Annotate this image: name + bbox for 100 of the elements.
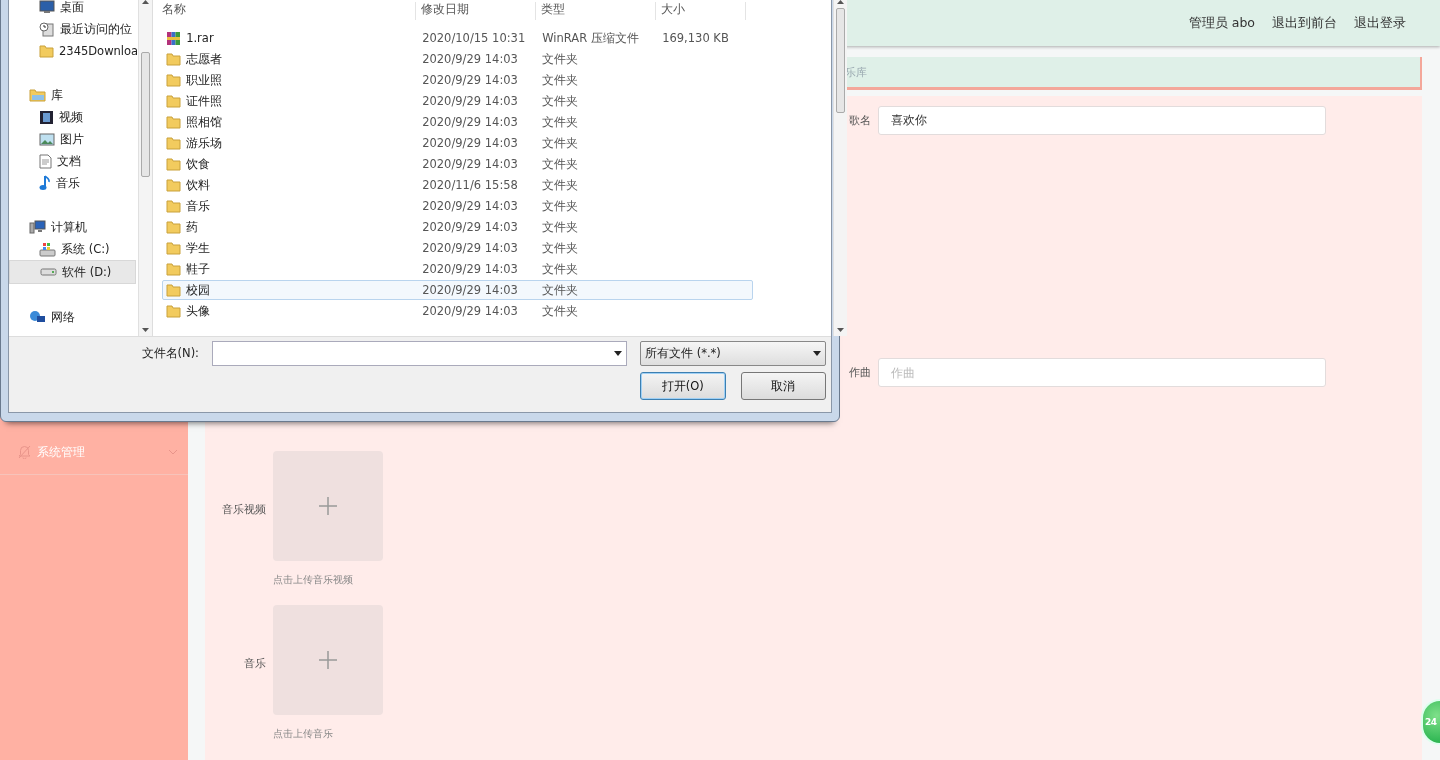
header-link[interactable]: 退出登录 <box>1354 14 1406 32</box>
file-cell-text: 2020/9/29 14:03 <box>422 136 519 150</box>
column-header[interactable]: 类型 <box>536 2 657 20</box>
nav-label: 视频 <box>59 109 83 125</box>
field-label: 文件名(N): <box>141 346 199 361</box>
scrollbar[interactable] <box>833 0 848 336</box>
monitor-icon <box>39 0 55 14</box>
nav-item[interactable]: 桌面 <box>9 0 139 18</box>
dialog-button[interactable]: 取消 <box>740 372 826 400</box>
file-cell-text: 文件夹 <box>542 198 580 214</box>
file-cell-text: 文件夹 <box>542 51 580 67</box>
nav-item[interactable]: 最近访问的位 <box>9 18 139 40</box>
drive-icon <box>40 268 57 276</box>
nav-item[interactable]: 库 <box>9 84 139 106</box>
file-type-dropdown[interactable]: 所有文件 (*.*) <box>640 341 826 366</box>
file-name: 药 <box>186 219 199 235</box>
input-field[interactable]: 喜欢你 <box>878 106 1326 135</box>
file-row[interactable]: 1.rar 2020/10/15 10:31 WinRAR 压缩文件 169,130 KB <box>162 28 754 48</box>
folder-icon <box>166 73 182 87</box>
file-row[interactable]: 音乐 2020/9/29 14:03 文件夹 <box>162 196 754 216</box>
file-cell-text: 2020/9/29 14:03 <box>422 115 519 129</box>
file-cell-text: 2020/9/29 14:03 <box>422 199 519 213</box>
nav-label: 计算机 <box>51 219 87 235</box>
file-name: 游乐场 <box>186 135 223 151</box>
nav-item[interactable]: 网络 <box>9 306 139 328</box>
nav-item[interactable]: 系统 (C:) <box>9 238 139 260</box>
file-cell-text: 2020/9/29 14:03 <box>422 94 519 108</box>
scroll-down-icon[interactable] <box>142 328 150 332</box>
file-cell-text: 文件夹 <box>542 93 580 109</box>
input-field[interactable]: 作曲 <box>878 358 1326 387</box>
file-cell-text: 2020/9/29 14:03 <box>422 241 519 255</box>
column-header[interactable]: 名称 <box>157 2 417 20</box>
filename-field[interactable] <box>212 341 627 366</box>
scroll-up-icon[interactable] <box>142 0 150 4</box>
file-row[interactable]: 志愿者 2020/9/29 14:03 文件夹 <box>162 49 754 69</box>
file-name: 学生 <box>186 240 211 256</box>
file-row[interactable]: 游乐场 2020/9/29 14:03 文件夹 <box>162 133 754 153</box>
scrollbar-thumb[interactable] <box>141 52 151 177</box>
nav-item[interactable]: 视频 <box>9 106 139 128</box>
folder-icon <box>166 52 182 66</box>
nav-label: 软件 (D:) <box>62 264 112 280</box>
file-row[interactable]: 鞋子 2020/9/29 14:03 文件夹 <box>162 259 754 279</box>
file-row[interactable]: 头像 2020/9/29 14:03 文件夹 <box>162 301 754 321</box>
music-note-icon <box>39 175 51 191</box>
plus-icon <box>318 496 338 516</box>
scroll-down-icon[interactable] <box>837 328 845 332</box>
file-cell-text: 文件夹 <box>542 156 580 172</box>
scrollbar-thumb[interactable] <box>836 8 846 113</box>
nav-item[interactable]: 软件 (D:) <box>9 260 137 284</box>
file-row[interactable]: 职业照 2020/9/29 14:03 文件夹 <box>162 70 754 90</box>
file-row[interactable]: 校园 2020/9/29 14:03 文件夹 <box>162 280 754 300</box>
file-cell-text: 文件夹 <box>542 114 580 130</box>
nav-label: 系统 (C:) <box>61 241 110 257</box>
folder-icon <box>166 304 182 318</box>
file-cell-text: 文件夹 <box>542 219 580 235</box>
dropdown-arrow-icon <box>614 351 622 356</box>
dropdown-arrow-icon <box>813 351 821 356</box>
file-row[interactable]: 照相馆 2020/9/29 14:03 文件夹 <box>162 112 754 132</box>
nav-item[interactable]: 2345Downloa <box>9 40 139 62</box>
bell-icon <box>18 445 31 459</box>
file-cell-text: 2020/9/29 14:03 <box>422 52 519 66</box>
nav-item[interactable]: 计算机 <box>9 216 139 238</box>
file-cell-text: 2020/10/15 10:31 <box>422 31 527 45</box>
picture-icon <box>39 132 55 146</box>
file-row[interactable]: 药 2020/9/29 14:03 文件夹 <box>162 217 754 237</box>
file-row[interactable]: 学生 2020/9/29 14:03 文件夹 <box>162 238 754 258</box>
file-cell-text: 文件夹 <box>542 303 580 319</box>
header-link[interactable]: 退出到前台 <box>1272 14 1337 32</box>
file-cell-text: 文件夹 <box>542 135 580 151</box>
file-name: 音乐 <box>186 198 211 214</box>
nav-item[interactable]: 音乐 <box>9 172 139 194</box>
header-link[interactable]: 管理员 abo <box>1188 14 1255 32</box>
file-name: 1.rar <box>186 31 214 45</box>
folder-icon <box>166 178 182 192</box>
nav-item[interactable]: 文档 <box>9 150 139 172</box>
file-row[interactable]: 饮食 2020/9/29 14:03 文件夹 <box>162 154 754 174</box>
drive-icon <box>39 241 56 257</box>
upload-hint: 点击上传音乐视频 <box>273 573 354 587</box>
folder-icon <box>166 220 182 234</box>
nav-label: 库 <box>51 87 63 103</box>
file-name: 饮料 <box>186 177 211 193</box>
file-name: 饮食 <box>186 156 211 172</box>
file-name: 志愿者 <box>186 51 223 67</box>
file-cell-text: 2020/9/29 14:03 <box>422 220 519 234</box>
column-header[interactable]: 修改日期 <box>416 2 537 20</box>
nav-label: 音乐 <box>56 175 80 191</box>
scrollbar[interactable] <box>138 0 153 336</box>
clock-icon <box>39 21 55 37</box>
file-row[interactable]: 证件照 2020/9/29 14:03 文件夹 <box>162 91 754 111</box>
folder-icon <box>166 241 182 255</box>
field-label: 作曲 <box>848 365 871 380</box>
column-header[interactable]: 大小 <box>656 2 747 20</box>
file-cell-text: 文件夹 <box>542 72 580 88</box>
file-row[interactable]: 饮料 2020/11/6 15:58 文件夹 <box>162 175 754 195</box>
file-cell-text: 169,130 KB <box>662 31 730 45</box>
nav-item[interactable]: 图片 <box>9 128 139 150</box>
folder-icon <box>166 136 182 150</box>
scroll-up-icon[interactable] <box>837 0 845 4</box>
dialog-button[interactable]: 打开(O) <box>640 372 726 400</box>
file-name: 职业照 <box>186 72 223 88</box>
